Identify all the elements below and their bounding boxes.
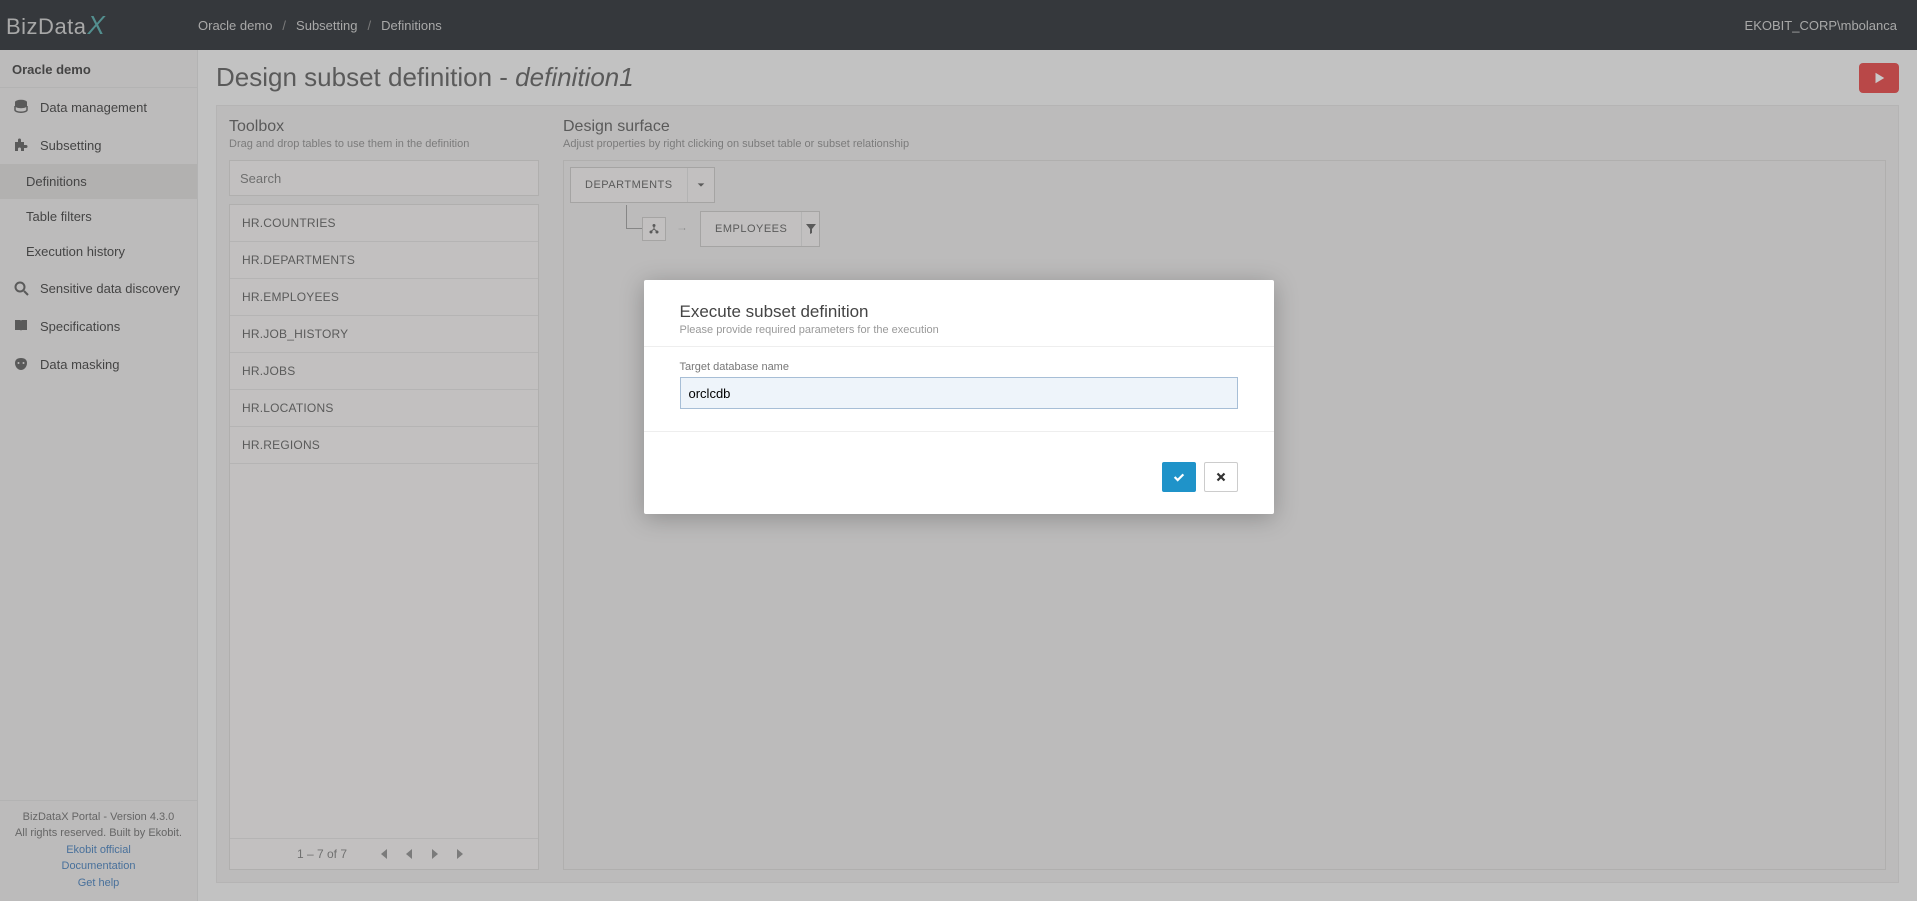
target-db-input[interactable] <box>680 377 1238 409</box>
confirm-button[interactable] <box>1162 462 1196 492</box>
cancel-button[interactable] <box>1204 462 1238 492</box>
check-icon <box>1172 470 1186 484</box>
divider <box>644 431 1274 432</box>
divider <box>644 346 1274 347</box>
close-icon <box>1214 470 1228 484</box>
modal-title: Execute subset definition <box>680 302 1238 322</box>
target-db-label: Target database name <box>680 361 1238 373</box>
modal-overlay[interactable]: Execute subset definition Please provide… <box>0 0 1917 901</box>
modal-actions <box>680 462 1238 492</box>
modal-subtitle: Please provide required parameters for t… <box>680 324 1238 336</box>
execute-modal: Execute subset definition Please provide… <box>644 280 1274 514</box>
